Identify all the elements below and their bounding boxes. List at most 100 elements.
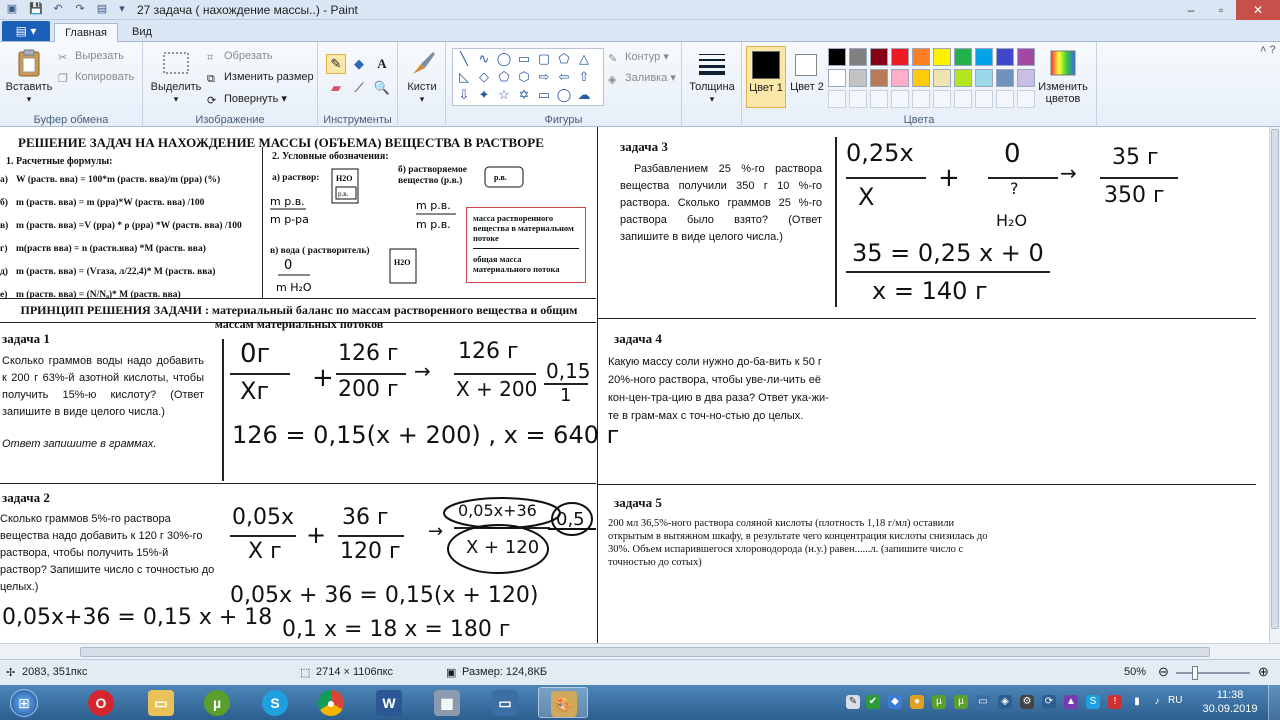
rounded-rectangle-shape-icon[interactable]: ▢ (535, 51, 553, 67)
five-point-star-shape-icon[interactable]: ☆ (495, 87, 513, 103)
callout-shape-icon[interactable]: ▭ (535, 87, 553, 103)
magnifier-icon[interactable]: 🔍 (372, 78, 392, 98)
pencil-icon[interactable]: ✎ (326, 54, 346, 74)
zoom-in-button[interactable]: ⊕ (1258, 664, 1269, 680)
color-picker-icon[interactable]: ⟋ (349, 78, 369, 98)
taskbar-chrome[interactable]: ● (306, 687, 356, 718)
doc-heading: РЕШЕНИЕ ЗАДАЧ НА НАХОЖДЕНИЕ МАССЫ (ОБЪЕМ… (18, 135, 544, 150)
redo-icon[interactable]: ↷ (72, 2, 88, 17)
cloud-callout-shape-icon[interactable]: ☁ (575, 87, 593, 103)
taskbar-paint[interactable]: 🎨 (538, 687, 588, 718)
pentagon-shape-icon[interactable]: ⬠ (495, 69, 513, 85)
language-indicator[interactable]: RU (1168, 695, 1182, 706)
zoom-slider[interactable] (1176, 672, 1250, 674)
brushes-button[interactable]: Кисти ▾ (402, 48, 442, 105)
right-triangle-shape-icon[interactable]: ◺ (455, 69, 473, 85)
tray-display-icon[interactable]: ▭ (976, 695, 990, 709)
document-icon[interactable]: ▤ (94, 2, 110, 17)
triangle-shape-icon[interactable]: △ (575, 51, 593, 67)
eraser-icon[interactable]: ▰ (326, 78, 346, 98)
start-button[interactable]: ⊞ (4, 687, 44, 718)
tray-pen-icon[interactable]: ✎ (846, 695, 860, 709)
tray-skype-icon[interactable]: S (1086, 695, 1100, 709)
show-desktop-button[interactable] (1268, 685, 1280, 720)
principle-text: ПРИНЦИП РЕШЕНИЯ ЗАДАЧИ : материальный ба… (20, 303, 578, 331)
frac-bar (338, 535, 404, 537)
tray-antivirus-icon[interactable]: ✔ (866, 695, 880, 709)
cut-button[interactable]: ✂ Вырезать (58, 50, 124, 64)
polygon-shape-icon[interactable]: ⬠ (555, 51, 573, 67)
formula-item: m (раств. вва) = (N/Nₐ)* M (раств. вва) (16, 290, 181, 300)
quick-access-dropdown-icon[interactable]: ▾ (114, 2, 130, 17)
tab-view[interactable]: Вид (122, 23, 162, 43)
tray-volume-icon[interactable]: ♪ (1150, 695, 1164, 709)
hexagon-shape-icon[interactable]: ⬡ (515, 69, 533, 85)
image-dimensions: 2714 × 1106пкс (316, 666, 394, 678)
app-icon[interactable]: ▣ (4, 2, 20, 17)
t1-frac3-num: 126 г (458, 339, 519, 364)
frac-bar (230, 535, 296, 537)
formula-letter: б) (0, 198, 8, 208)
select-button[interactable]: Выделить ▾ (149, 48, 203, 105)
help-icon[interactable]: ˄ ? (1260, 44, 1276, 56)
line-shape-icon[interactable]: ╲ (455, 51, 473, 67)
rotate-button[interactable]: ⟳ Повернуть ▾ (207, 92, 287, 107)
tray-utorrent-icon[interactable]: µ (932, 695, 946, 709)
zoom-slider-thumb[interactable] (1192, 666, 1198, 680)
four-point-star-shape-icon[interactable]: ✦ (475, 87, 493, 103)
t1-frac4-den: 1 (560, 385, 572, 406)
tray-sync-icon[interactable]: ⟳ (1042, 695, 1056, 709)
plus-sign: + (312, 363, 334, 393)
tray-settings-icon[interactable]: ⚙ (1020, 695, 1034, 709)
vertical-scroll-thumb[interactable] (1271, 129, 1279, 629)
left-arrow-shape-icon[interactable]: ⇦ (555, 69, 573, 85)
tray-utorrent2-icon[interactable]: µ (954, 695, 968, 709)
tray-app2-icon[interactable]: ● (910, 695, 924, 709)
minimize-button[interactable]: – (1176, 0, 1206, 20)
clock[interactable]: 11:38 30.09.2019 (1200, 688, 1260, 716)
right-arrow-shape-icon[interactable]: ⇨ (535, 69, 553, 85)
tray-misc-icon[interactable]: ▲ (1064, 695, 1078, 709)
taskbar-utorrent[interactable]: µ (192, 687, 242, 718)
tray-network-icon[interactable]: ▮ (1130, 695, 1144, 709)
fill-button[interactable]: ◈ Заливка ▾ (608, 71, 676, 86)
resize-button[interactable]: ⧉ Изменить размер (207, 71, 314, 85)
close-button[interactable]: ✕ (1236, 0, 1280, 20)
maximize-button[interactable]: ▫ (1206, 0, 1236, 20)
zoom-out-button[interactable]: ⊖ (1158, 664, 1169, 680)
oval-callout-shape-icon[interactable]: ◯ (555, 87, 573, 103)
taskbar-screen-tool[interactable]: ▭ (480, 687, 530, 718)
diamond-shape-icon[interactable]: ◇ (475, 69, 493, 85)
horizontal-scrollbar[interactable] (0, 643, 1280, 659)
taskbar-word[interactable]: W (364, 687, 414, 718)
taskbar-explorer[interactable]: ▭ (136, 687, 186, 718)
tab-home[interactable]: Главная (54, 23, 118, 43)
tray-shield-icon[interactable]: ◈ (998, 695, 1012, 709)
taskbar-opera[interactable]: O (76, 687, 126, 718)
paste-button[interactable]: Вставить ▾ (4, 48, 54, 105)
up-arrow-shape-icon[interactable]: ⇧ (575, 69, 593, 85)
copy-button[interactable]: ❐ Копировать (58, 71, 134, 85)
canvas[interactable]: РЕШЕНИЕ ЗАДАЧ НА НАХОЖДЕНИЕ МАССЫ (ОБЪЕМ… (0, 127, 1269, 643)
shapes-gallery[interactable]: ╲ ∿ ◯ ▭ ▢ ⬠ △ ◺ ◇ ⬠ ⬡ ⇨ ⇦ ⇧ ⇩ ✦ ☆ ✡ ▭ ◯ (452, 48, 604, 106)
down-arrow-shape-icon[interactable]: ⇩ (455, 87, 473, 103)
tray-alert-icon[interactable]: ! (1108, 695, 1122, 709)
oval-shape-icon[interactable]: ◯ (495, 51, 513, 67)
fill-bucket-icon[interactable]: ◆ (349, 54, 369, 74)
rectangle-shape-icon[interactable]: ▭ (515, 51, 533, 67)
crop-button[interactable]: ⌗ Обрезать (207, 50, 273, 64)
undo-icon[interactable]: ↶ (50, 2, 66, 17)
tray-app-icon[interactable]: ◆ (888, 695, 902, 709)
taskbar-calculator[interactable]: ▦ (422, 687, 472, 718)
size-button[interactable]: Толщина ▾ (686, 48, 738, 105)
paint-menu-button[interactable]: ▤ ▾ (2, 21, 50, 41)
formula-item: m (раств. вва) = (Vгаза, л/22,4)* M (рас… (16, 267, 216, 277)
taskbar-skype[interactable]: S (250, 687, 300, 718)
six-point-star-shape-icon[interactable]: ✡ (515, 87, 533, 103)
save-icon[interactable]: 💾 (28, 2, 44, 17)
curve-shape-icon[interactable]: ∿ (475, 51, 493, 67)
horizontal-scroll-thumb[interactable] (80, 647, 1210, 657)
vertical-scrollbar[interactable] (1269, 127, 1280, 643)
outline-button[interactable]: ✎ Контур ▾ (608, 50, 669, 65)
text-tool-icon[interactable]: A (372, 54, 392, 74)
